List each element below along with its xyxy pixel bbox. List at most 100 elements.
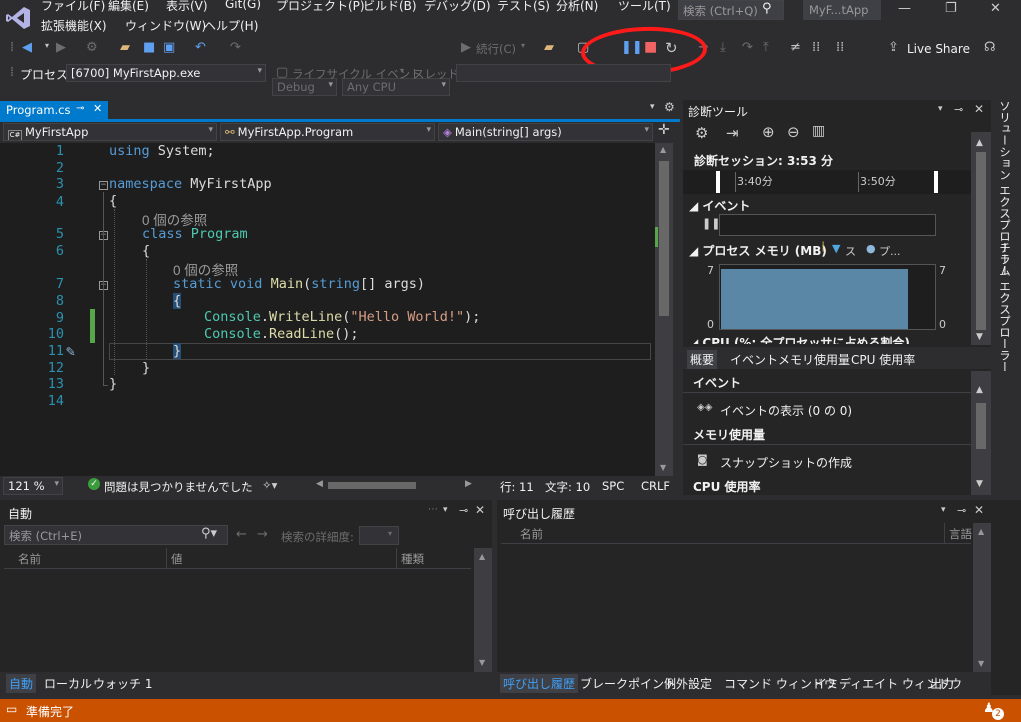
open-folder-icon[interactable]: ▰ [120,40,130,55]
take-snapshot-link[interactable]: スナップショットの作成 [720,454,852,471]
chevron-down-icon[interactable]: ▾ [443,505,448,515]
restore-icon[interactable]: ❐ [945,1,957,16]
split-window-icon[interactable]: ✛ [658,122,670,138]
hot-reload-icon[interactable]: ▢ [577,40,589,55]
step-into-icon[interactable]: ⤓ [720,40,726,55]
scroll-thumb[interactable] [976,152,986,330]
stop-icon[interactable]: ■ [644,39,657,55]
comment-icon[interactable]: ≠ [790,40,801,55]
step-out-icon[interactable]: ⤒ [763,40,769,55]
diag-lower-scrollbar[interactable]: ▲ ▼ [971,371,991,495]
continue-dropdown-icon[interactable]: ▾ [521,41,525,50]
column-name[interactable]: 名前 [520,526,543,542]
pin-icon[interactable]: ⊸ [459,504,468,517]
lifecycle-dropdown-icon[interactable]: ▾ [400,66,404,75]
close-icon[interactable]: ✕ [990,1,1001,16]
zoom-out-icon[interactable]: ⊖ [787,123,800,141]
zoom-in-icon[interactable]: ⊕ [762,123,775,141]
forward-icon[interactable]: ▶ [56,40,66,55]
live-share-icon[interactable]: ⇪ [888,40,899,55]
close-icon[interactable]: ✕ [974,503,984,517]
code-cleanup-icon[interactable]: ✧▾ [262,478,277,492]
tab-program-cs[interactable]: Program.cs ⊸ ✕ [0,101,108,120]
search-icon[interactable]: ⚲ [762,1,772,16]
code-editor[interactable]: 1 2 3 4 5 6 7 8 9 10 11 12 13 14 ✎ − − −… [0,143,655,476]
step-over-icon[interactable]: ↷ [742,40,753,55]
tab-output[interactable]: 出力 [930,675,954,692]
minimize-icon[interactable]: — [898,1,911,16]
align-icon[interactable]: ⁞⁞ [812,40,820,55]
timeline-handle-right[interactable] [934,171,938,193]
browse-folder-icon[interactable]: ▰ [544,40,554,55]
search-icon[interactable]: ⚲▾ [201,526,217,541]
menu-debug[interactable]: デバッグ(D) [424,0,491,14]
scroll-up-icon[interactable]: ▲ [978,527,984,536]
scroll-right-icon[interactable]: ▶ [465,479,472,489]
save-icon[interactable]: ■ [143,40,155,55]
scroll-thumb[interactable] [659,161,669,316]
nav-member-combo[interactable]: ◈ Main(string[] args) ▾ [438,123,653,141]
close-icon[interactable]: ✕ [475,503,485,517]
editor-vertical-scrollbar[interactable]: ▲ ▼ [655,143,673,476]
menu-extensions[interactable]: 拡張機能(X) [41,17,107,34]
search-next-icon[interactable]: → [257,527,268,542]
scroll-down-icon[interactable]: ▼ [976,332,983,342]
process-combo[interactable]: [6700] MyFirstApp.exe ▾ [66,64,266,82]
scroll-up-icon[interactable]: ▲ [479,552,485,561]
thread-combo[interactable] [456,64,671,82]
nav-class-combo[interactable]: ⚯ MyFirstApp.Program ▾ [220,123,435,141]
new-item-icon[interactable]: ⚙ [86,40,98,55]
chevron-down-icon[interactable]: ▾ [938,104,943,114]
pin-icon[interactable]: ⊸ [954,103,963,116]
column-language[interactable]: 言語 [949,526,972,542]
scroll-down-icon[interactable]: ▼ [976,479,983,489]
restart-icon[interactable]: ↻ [665,39,678,57]
notification-badge[interactable]: 2 [992,708,1004,720]
menu-build[interactable]: ビルド(B) [363,0,417,14]
back-dropdown-icon[interactable]: ▾ [45,41,49,50]
gear-icon[interactable]: ⚙ [664,100,675,114]
tab-cpu-usage[interactable]: CPU 使用率 [851,351,915,368]
show-events-link[interactable]: イベントの表示 (0 の 0) [720,402,852,419]
menu-edit[interactable]: 編集(E) [108,0,149,14]
tab-watch-1[interactable]: ウォッチ 1 [93,675,152,692]
scroll-up-icon[interactable]: ▲ [660,145,666,154]
scroll-down-icon[interactable]: ▼ [479,658,485,667]
pause-icon[interactable]: ❚❚ [621,40,643,55]
menu-analyze[interactable]: 分析(N) [556,0,598,14]
column-divider[interactable] [396,548,397,568]
menu-file[interactable]: ファイル(F) [41,0,105,14]
menu-git[interactable]: Git(G) [225,0,261,11]
call-stack-scrollbar[interactable]: ▲ ▼ [973,523,991,672]
events-section-header[interactable]: ◢ イベント [689,197,750,214]
undo-icon[interactable]: ↶ [195,40,206,55]
close-icon[interactable]: ✕ [974,102,984,116]
autos-scrollbar[interactable]: ▲ ▼ [474,548,492,672]
save-all-icon[interactable]: ▣ [163,40,175,55]
cpu-section-header[interactable]: ◢ CPU (%: 全プロセッサに占める割合) [689,334,910,344]
zoom-combo[interactable]: 121 % ▾ [3,477,63,495]
scroll-down-icon[interactable]: ▼ [660,463,666,472]
autos-search-input[interactable]: 検索 (Ctrl+E) ⚲▾ [4,525,228,545]
memory-section-header[interactable]: ◢ プロセス メモリ (MB) [689,242,827,259]
scroll-up-icon[interactable]: ▲ [976,385,983,395]
tab-breakpoints[interactable]: ブレークポイント [580,675,676,692]
column-type[interactable]: 種類 [401,551,424,567]
horizontal-scroll-thumb[interactable] [328,482,416,489]
column-divider[interactable] [944,523,945,543]
issues-status[interactable]: 問題は見つかりませんでした [104,479,253,495]
diag-upper-scrollbar[interactable]: ▲ ▼ [971,132,991,345]
uncomment-icon[interactable]: ⁞⁞ [836,40,844,55]
settings-icon[interactable]: ⚙ [695,124,708,142]
scroll-left-icon[interactable]: ◀ [316,479,323,489]
menu-tools[interactable]: ツール(T) [618,0,671,14]
lifecycle-icon[interactable]: ▢ [276,65,288,80]
tab-call-stack[interactable]: 呼び出し履歴 [500,674,579,693]
menu-project[interactable]: プロジェクト(P) [276,0,365,14]
memory-chart[interactable] [719,264,936,330]
tab-overview[interactable]: 概要 [687,350,718,369]
feedback-icon[interactable]: ☊ [984,40,996,55]
column-divider[interactable] [166,548,167,568]
tab-events[interactable]: イベント [730,351,778,368]
tab-overflow-icon[interactable]: ▾ [650,102,655,112]
